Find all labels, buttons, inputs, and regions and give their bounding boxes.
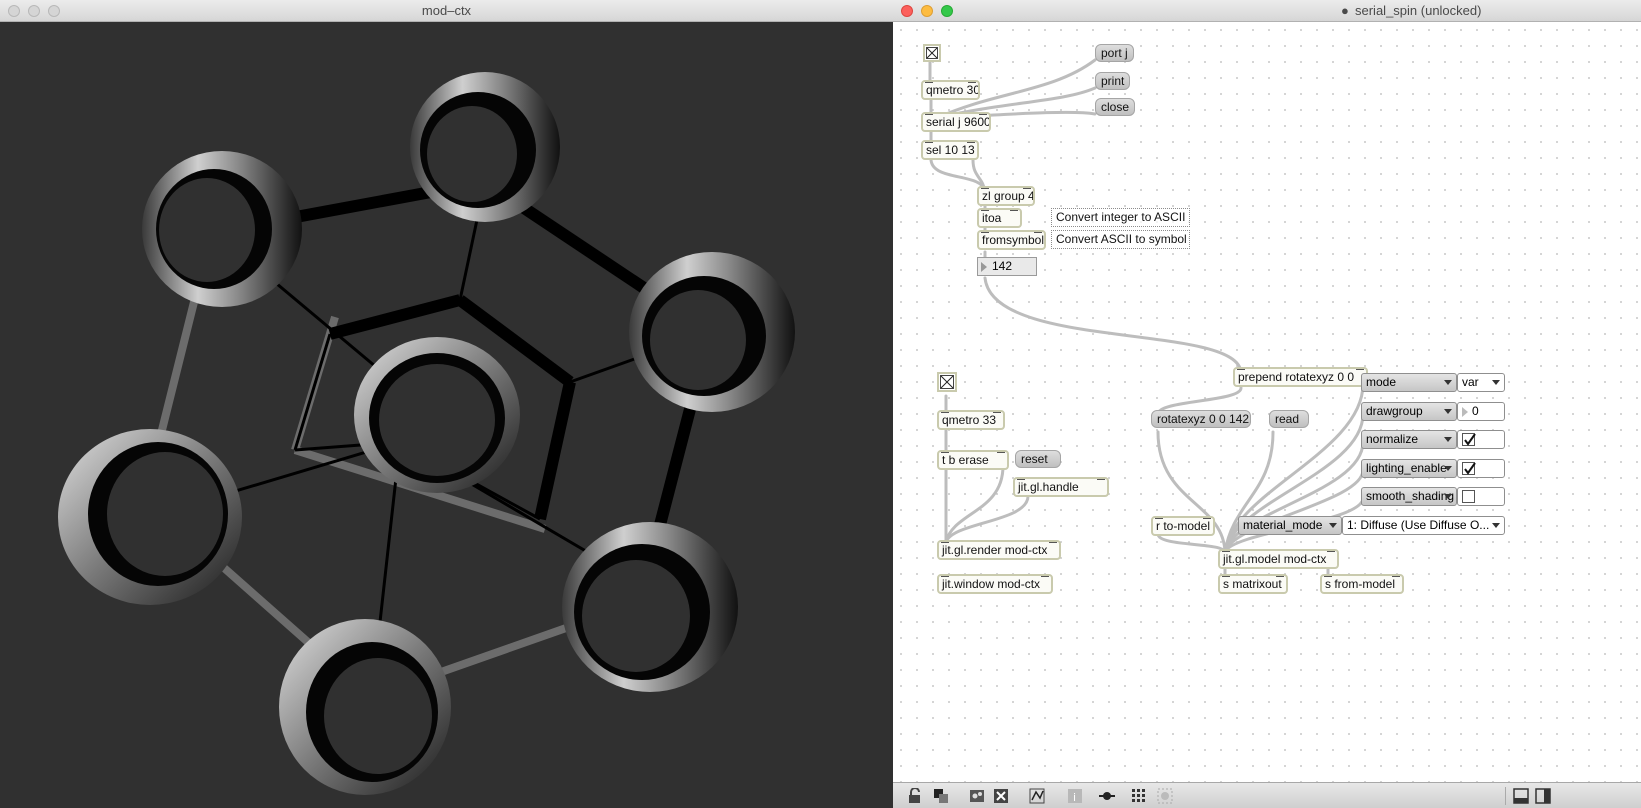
snap-icon[interactable] [1157, 788, 1173, 804]
patcher-canvas[interactable]: port j print close qmetro 30 serial j 96… [893, 22, 1641, 782]
serial-object[interactable]: serial j 9600 [921, 112, 991, 132]
fromsymbol-comment: Convert ASCII to symbol [1051, 230, 1190, 249]
reset-message[interactable]: reset [1015, 450, 1061, 468]
close-window-button[interactable] [901, 5, 913, 17]
drawgroup-number[interactable]: 0 [1457, 402, 1505, 421]
s-from-model-object[interactable]: s from-model [1320, 574, 1404, 594]
jit-gl-handle-object[interactable]: jit.gl.handle [1013, 477, 1109, 497]
normalize-checkbox[interactable] [1457, 430, 1505, 449]
r-to-model-object[interactable]: r to-model [1151, 516, 1215, 536]
sel-object[interactable]: sel 10 13 [921, 140, 979, 160]
prepend-rotatexyz-object[interactable]: prepend rotatexyz 0 0 [1233, 367, 1368, 387]
port-j-message[interactable]: port j [1095, 44, 1134, 62]
drawgroup-label: drawgroup [1366, 404, 1423, 418]
svg-text:i: i [1073, 791, 1076, 804]
mode-label: mode [1366, 375, 1397, 389]
lock-icon[interactable] [907, 788, 923, 804]
rotation-number-box[interactable]: 142 [977, 257, 1037, 276]
toggle-x-icon [940, 375, 954, 389]
print-message[interactable]: print [1095, 72, 1131, 90]
patch-cords [928, 50, 1365, 580]
patcher-window-titlebar[interactable]: ● serial_spin (unlocked) [893, 0, 1641, 22]
render-window-title: mod–ctx [421, 3, 472, 18]
close-message[interactable]: close [1095, 98, 1136, 116]
jit-window-object[interactable]: jit.window mod-ctx [937, 574, 1053, 594]
object-icon[interactable] [969, 788, 985, 804]
normalize-attr-label[interactable]: normalize [1361, 430, 1457, 449]
mode-value-menu[interactable]: var [1457, 373, 1505, 392]
drawgroup-attr-label[interactable]: drawgroup [1361, 402, 1457, 421]
patcher-window: ● serial_spin (unlocked) port j print cl… [893, 0, 1641, 808]
render-toggle[interactable] [937, 372, 957, 392]
side-pane-icon[interactable] [1535, 788, 1551, 804]
render-window-titlebar[interactable]: mod–ctx [0, 0, 893, 22]
material-value: 1: Diffuse (Use Diffuse O... [1347, 518, 1490, 532]
dropdown-arrow-icon [1444, 380, 1452, 385]
presentation-icon[interactable] [933, 788, 949, 804]
dropdown-arrow-icon [1492, 380, 1500, 385]
connect-icon[interactable] [1099, 788, 1115, 804]
read-message[interactable]: read [1269, 410, 1309, 428]
grid-icon[interactable] [1131, 788, 1147, 804]
mode-attr-label[interactable]: mode [1361, 373, 1457, 392]
bottom-pane-icon[interactable] [1513, 788, 1529, 804]
render-window: mod–ctx [0, 0, 893, 808]
itoa-comment: Convert integer to ASCII [1051, 208, 1190, 227]
dropdown-arrow-icon [1492, 523, 1500, 528]
t-b-erase-object[interactable]: t b erase [937, 450, 1009, 470]
smooth-shading-attr-label[interactable]: smooth_shading [1361, 487, 1457, 506]
dropdown-arrow-icon [1444, 409, 1452, 414]
toolbar-separator [1505, 787, 1506, 805]
qmetro-33-object[interactable]: qmetro 33 [937, 410, 1005, 430]
s-matrixout-object[interactable]: s matrixout [1218, 574, 1288, 594]
rendered-cube-model [58, 72, 795, 795]
toggle-x-icon [926, 47, 938, 59]
zoom-window-button[interactable] [48, 5, 60, 17]
normalize-label: normalize [1366, 432, 1419, 446]
lighting-label: lighting_enable [1366, 461, 1447, 475]
unchecked-box-icon [1462, 490, 1475, 503]
dropdown-arrow-icon [1444, 494, 1452, 499]
document-proxy-icon[interactable]: ● [1341, 0, 1349, 22]
fromsymbol-object[interactable]: fromsymbol [977, 230, 1046, 250]
info-icon[interactable]: i [1067, 788, 1083, 804]
material-mode-value-menu[interactable]: 1: Diffuse (Use Diffuse O... [1342, 516, 1505, 535]
itoa-object[interactable]: itoa [977, 208, 1022, 228]
lighting-checkbox[interactable] [1457, 459, 1505, 478]
minimize-window-button[interactable] [28, 5, 40, 17]
patcher-window-title: serial_spin (unlocked) [1355, 3, 1482, 18]
dropdown-arrow-icon [1329, 523, 1337, 528]
smooth-label: smooth_shading [1366, 489, 1455, 503]
jit-gl-model-object[interactable]: jit.gl.model mod-ctx [1218, 549, 1339, 569]
minimize-window-button[interactable] [921, 5, 933, 17]
debug-icon[interactable] [1029, 788, 1045, 804]
checkmark-icon [1462, 462, 1476, 475]
jit-gl-render-object[interactable]: jit.gl.render mod-ctx [937, 540, 1061, 560]
checkmark-icon [1462, 433, 1476, 446]
zl-group-object[interactable]: zl group 4 [977, 186, 1035, 206]
zoom-window-button[interactable] [941, 5, 953, 17]
close-x-icon[interactable] [993, 788, 1009, 804]
rotatexyz-message[interactable]: rotatexyz 0 0 142 [1151, 410, 1251, 428]
serial-metro-toggle[interactable] [923, 44, 941, 62]
patcher-toolbar: i [893, 782, 1641, 808]
opengl-render-view[interactable] [0, 22, 893, 808]
qmetro-30-object[interactable]: qmetro 30 [921, 80, 980, 100]
close-window-button[interactable] [8, 5, 20, 17]
material-label: material_mode [1243, 518, 1323, 532]
mode-value: var [1462, 375, 1479, 389]
smooth-shading-checkbox[interactable] [1457, 487, 1505, 506]
lighting-attr-label[interactable]: lighting_enable [1361, 459, 1457, 478]
dropdown-arrow-icon [1444, 437, 1452, 442]
dropdown-arrow-icon [1444, 466, 1452, 471]
material-mode-attr-label[interactable]: material_mode [1238, 516, 1342, 535]
